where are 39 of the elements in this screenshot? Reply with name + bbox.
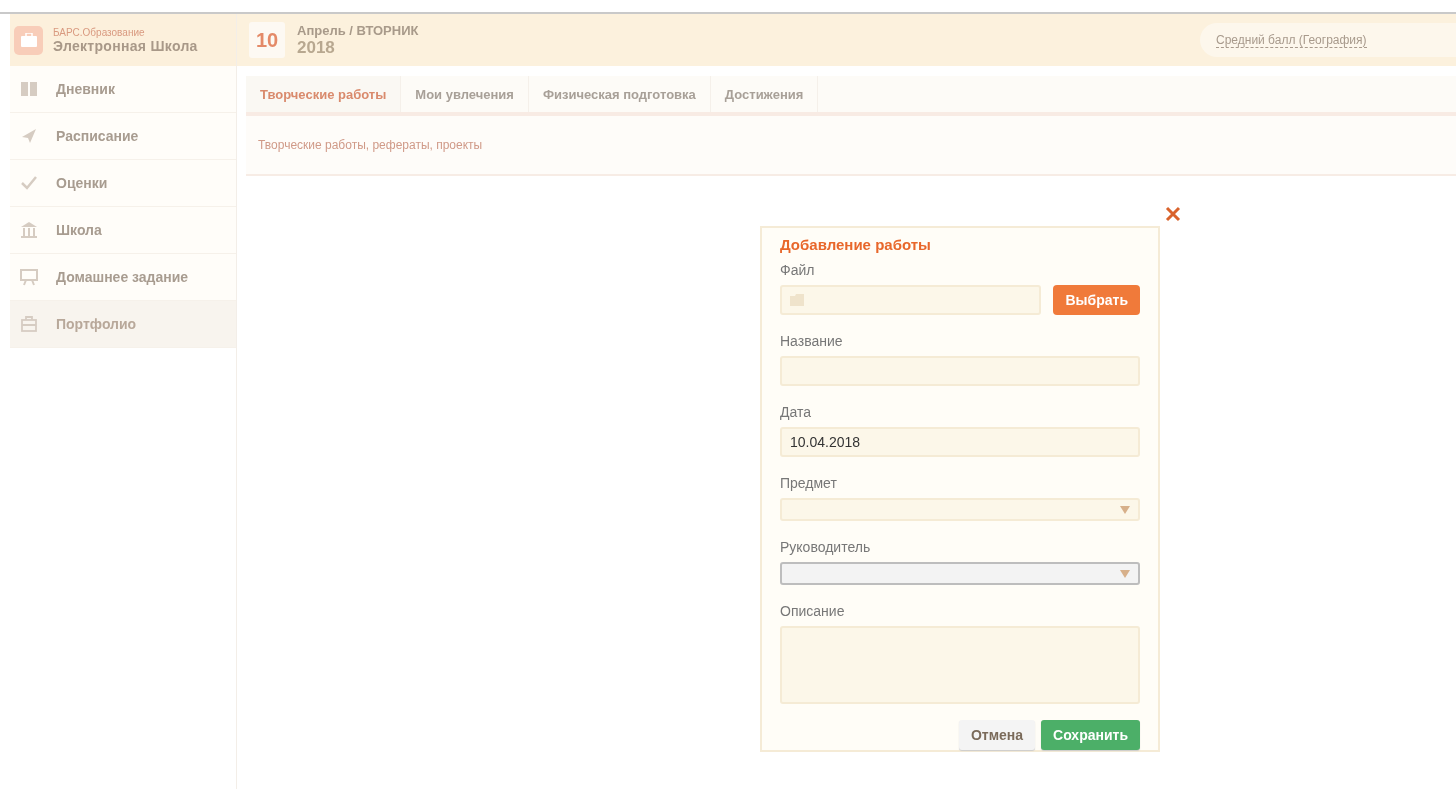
choose-button[interactable]: Выбрать [1053,285,1140,315]
brand-subtitle: БАРС.Образование [53,26,146,38]
folder-icon [790,294,804,306]
input-field[interactable] [780,356,1140,386]
panel-description: Творческие работы, рефераты, проекты [258,138,483,152]
average-grade-link[interactable]: Средний балл (География) [1216,32,1367,48]
sidebar-item[interactable]: Дневник [10,66,236,113]
tab[interactable]: Творческие работы [246,76,402,112]
close-button[interactable] [1163,204,1183,224]
field-label: Файл [780,262,816,278]
cancel-button[interactable]: Отмена [958,720,1036,750]
check-icon [20,174,38,192]
field-label: Название [780,333,844,349]
field-label: Предмет [780,475,838,491]
briefcase-icon [20,315,38,333]
description-field[interactable] [780,626,1140,704]
file-field[interactable] [780,285,1042,315]
input-field[interactable]: 10.04.2018 [780,427,1140,457]
dialog-title: Добавление работы [780,236,932,253]
field-label: Дата [780,404,812,420]
logo-icon [14,25,43,55]
sidebar-item[interactable]: Школа [10,207,236,254]
brand-title: Электронная Школа [53,37,198,54]
sidebar-item[interactable]: Оценки [10,160,236,207]
calendar-day: 10 [249,22,285,58]
month-weekday: Апрель / ВТОРНИК [297,22,419,38]
sidebar-item[interactable]: Портфолио [10,301,236,348]
field-label: Описание [780,603,846,619]
sidebar-item[interactable]: Расписание [10,113,236,160]
dropdown-caret-icon [1120,505,1130,514]
chalkboard-icon [20,268,38,286]
paper-plane-icon [20,127,38,145]
save-button[interactable]: Сохранить [1041,720,1140,750]
sidebar-item[interactable]: Домашнее задание [10,254,236,301]
year: 2018 [297,37,335,58]
select-field[interactable] [780,562,1140,585]
dropdown-caret-icon [1120,569,1130,578]
building-icon [20,221,38,239]
field-label: Руководитель [780,539,872,555]
